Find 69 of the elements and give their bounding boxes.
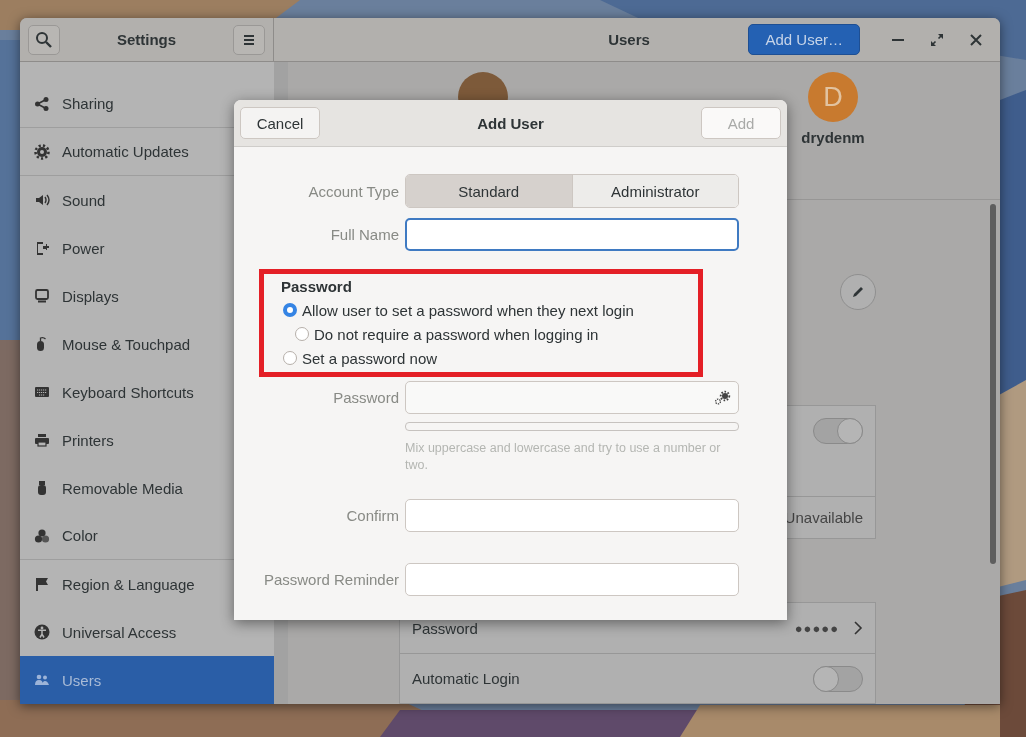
account-type-option[interactable]: Standard bbox=[406, 175, 572, 207]
radio-label: Do not require a password when logging in bbox=[314, 325, 599, 343]
color-circles-icon bbox=[34, 527, 50, 544]
menu-button[interactable] bbox=[233, 24, 265, 55]
field-label: Password bbox=[332, 389, 399, 406]
row-value: Unavailable bbox=[784, 509, 863, 526]
sidebar-item[interactable]: Printers bbox=[34, 431, 114, 449]
flag-icon bbox=[34, 576, 50, 592]
maximize-icon[interactable] bbox=[929, 31, 945, 48]
radio-option[interactable]: Set a password now bbox=[283, 346, 698, 370]
sidebar-item[interactable]: Sharing bbox=[34, 95, 114, 112]
toggle-switch[interactable] bbox=[813, 418, 863, 444]
scrollbar[interactable] bbox=[990, 204, 996, 564]
close-icon[interactable] bbox=[968, 31, 984, 48]
cancel-button[interactable]: Cancel bbox=[240, 107, 320, 139]
search-icon bbox=[35, 30, 53, 49]
sidebar-title: Settings bbox=[116, 31, 177, 48]
confirm-field[interactable] bbox=[405, 499, 739, 532]
sidebar-item[interactable]: Removable Media bbox=[34, 479, 183, 497]
sidebar-item[interactable]: Displays bbox=[34, 287, 119, 305]
users-icon bbox=[34, 672, 50, 688]
dialog-title: Add User bbox=[477, 114, 544, 132]
full-name-field[interactable] bbox=[405, 218, 739, 251]
gears-icon bbox=[713, 389, 731, 406]
sidebar-item[interactable]: Universal Access bbox=[34, 623, 177, 641]
sidebar-item[interactable]: Keyboard Shortcuts bbox=[34, 383, 194, 401]
field-label: Password Reminder bbox=[262, 571, 399, 588]
radio-button[interactable] bbox=[283, 351, 297, 365]
pencil-icon bbox=[851, 285, 865, 299]
sidebar-item[interactable]: Users bbox=[20, 656, 274, 704]
menu-icon bbox=[243, 33, 255, 46]
battery-plug-icon bbox=[34, 240, 50, 256]
field-label: Confirm bbox=[345, 507, 399, 524]
radio-label: Allow user to set a password when they next login bbox=[302, 301, 634, 319]
radio-label: Set a password now bbox=[302, 349, 438, 367]
keyboard-icon bbox=[34, 384, 50, 400]
section-title: Password bbox=[281, 277, 353, 297]
printer-icon bbox=[34, 432, 50, 448]
radio-button[interactable] bbox=[295, 327, 309, 341]
add-user-button[interactable]: Add User… bbox=[748, 24, 860, 55]
toggle-switch[interactable] bbox=[813, 665, 863, 692]
hint-text: Mix uppercase and lowercase and try to use a number or two. bbox=[405, 440, 722, 474]
row-label: Automatic Login bbox=[412, 670, 520, 687]
radio-button[interactable] bbox=[283, 303, 297, 317]
chevron-right-icon bbox=[853, 621, 863, 635]
sidebar-item[interactable]: Mouse & Touchpad bbox=[34, 335, 191, 353]
share-icon bbox=[34, 95, 50, 112]
gear-icon bbox=[34, 143, 50, 160]
sidebar-item[interactable]: Power bbox=[34, 239, 105, 257]
speaker-icon bbox=[34, 192, 50, 208]
password-dots: ●●●●● bbox=[794, 620, 839, 636]
search-button[interactable] bbox=[28, 24, 60, 55]
accessibility-icon bbox=[34, 624, 50, 640]
user-name: drydenm bbox=[801, 129, 865, 146]
account-type-option[interactable]: Administrator bbox=[571, 175, 738, 207]
edit-button[interactable] bbox=[840, 274, 876, 310]
radio-option[interactable]: Do not require a password when logging in bbox=[295, 322, 698, 346]
monitor-icon bbox=[34, 288, 50, 304]
sidebar-item[interactable]: Sound bbox=[34, 191, 106, 209]
row-label: Password bbox=[412, 619, 478, 637]
sidebar-item[interactable]: Region & Language bbox=[34, 575, 195, 593]
field-label: Account Type bbox=[307, 182, 399, 200]
sidebar-item[interactable]: Automatic Updates bbox=[34, 143, 189, 160]
radio-option[interactable]: Allow user to set a password when they next login bbox=[283, 298, 698, 322]
field-label: Full Name bbox=[329, 226, 399, 243]
password-field[interactable] bbox=[405, 381, 739, 414]
window-title: Users bbox=[608, 31, 650, 48]
reminder-field[interactable] bbox=[405, 563, 739, 596]
sidebar-item[interactable]: Color bbox=[34, 527, 98, 544]
